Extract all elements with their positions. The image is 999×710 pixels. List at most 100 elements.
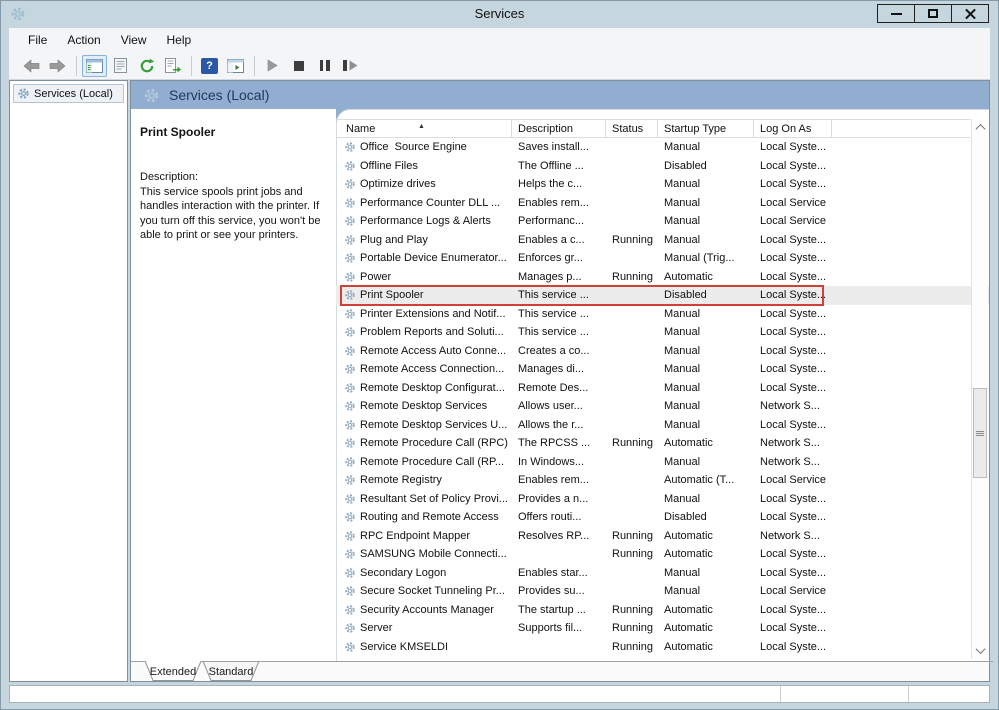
service-description: Allows user...	[512, 397, 606, 416]
table-row[interactable]: Secure Socket Tunneling Pr... Provides s…	[336, 582, 989, 601]
scroll-down-button[interactable]	[972, 642, 988, 659]
service-description: Remote Des...	[512, 379, 606, 398]
table-row[interactable]: Remote Registry Enables rem... Automatic…	[336, 471, 989, 490]
table-row[interactable]: Offline Files The Offline ... Disabled L…	[336, 157, 989, 176]
service-startup-type: Manual	[658, 323, 754, 342]
table-row[interactable]: Remote Procedure Call (RP... In Windows.…	[336, 453, 989, 472]
close-button[interactable]	[951, 4, 989, 23]
view-tabs: Standard Extended	[131, 661, 989, 681]
tab-standard[interactable]: Standard	[203, 661, 259, 681]
service-gear-icon	[344, 604, 356, 616]
table-row[interactable]: Performance Counter DLL ... Enables rem.…	[336, 194, 989, 213]
service-name: Security Accounts Manager	[360, 604, 494, 616]
help-button[interactable]: ?	[197, 55, 222, 77]
table-row[interactable]: Remote Procedure Call (RPC) The RPCSS ..…	[336, 434, 989, 453]
service-log-on-as: Local Syste...	[754, 305, 832, 324]
maximize-button[interactable]	[914, 4, 952, 23]
window-title: Services	[1, 6, 998, 21]
table-row[interactable]: Problem Reports and Soluti... This servi…	[336, 323, 989, 342]
service-description: The Offline ...	[512, 157, 606, 176]
pause-service-button[interactable]	[312, 55, 337, 77]
table-row[interactable]: Remote Desktop Services U... Allows the …	[336, 416, 989, 435]
tree-item-services-local[interactable]: Services (Local)	[13, 84, 124, 103]
service-name: Printer Extensions and Notif...	[360, 308, 506, 320]
table-row[interactable]: Performance Logs & Alerts Performanc... …	[336, 212, 989, 231]
chevron-up-icon	[975, 124, 985, 134]
table-row[interactable]: Office Source Engine Saves install... Ma…	[336, 138, 989, 157]
service-startup-type: Manual	[658, 582, 754, 601]
properties-button[interactable]	[108, 55, 133, 77]
scrollbar-track[interactable]	[972, 136, 988, 642]
service-name: Office Source Engine	[360, 141, 467, 153]
service-status: Running	[606, 545, 658, 564]
table-row[interactable]: Plug and Play Enables a c... Running Man…	[336, 231, 989, 250]
menu-file[interactable]: File	[18, 30, 57, 50]
stop-service-button[interactable]	[286, 55, 311, 77]
export-list-button[interactable]	[160, 55, 185, 77]
service-log-on-as: Local Service	[754, 471, 832, 490]
menu-help[interactable]: Help	[157, 30, 202, 50]
table-row[interactable]: Remote Access Auto Conne... Creates a co…	[336, 342, 989, 361]
extended-view-button[interactable]	[223, 55, 248, 77]
table-row[interactable]: Portable Device Enumerator... Enforces g…	[336, 249, 989, 268]
service-startup-type: Disabled	[658, 286, 754, 305]
table-row[interactable]: Resultant Set of Policy Provi... Provide…	[336, 490, 989, 509]
vertical-scrollbar[interactable]	[971, 119, 988, 659]
service-description: Enables rem...	[512, 471, 606, 490]
service-description: Saves install...	[512, 138, 606, 157]
table-row[interactable]: Remote Access Connection... Manages di..…	[336, 360, 989, 379]
column-header-startup-type[interactable]: Startup Type	[658, 120, 754, 137]
thumb-grip-icon	[976, 431, 984, 436]
service-startup-type: Automatic	[658, 545, 754, 564]
table-row[interactable]: Routing and Remote Access Offers routi..…	[336, 508, 989, 527]
table-row[interactable]: Optimize drives Helps the c... Manual Lo…	[336, 175, 989, 194]
table-row[interactable]: Server Supports fil... Running Automatic…	[336, 619, 989, 638]
service-log-on-as: Network S...	[754, 397, 832, 416]
tab-extended[interactable]: Extended	[145, 661, 201, 681]
table-row[interactable]: Secondary Logon Enables star... Manual L…	[336, 564, 989, 583]
table-row[interactable]: RPC Endpoint Mapper Resolves RP... Runni…	[336, 527, 989, 546]
service-name: Problem Reports and Soluti...	[360, 326, 504, 338]
restart-service-button[interactable]	[338, 55, 363, 77]
toolbar-separator	[76, 56, 77, 76]
service-log-on-as: Local Service	[754, 212, 832, 231]
services-view-panel: Services (Local) Print Spooler Descripti…	[130, 80, 990, 682]
service-description: Manages p...	[512, 268, 606, 287]
back-button[interactable]	[19, 55, 44, 77]
service-status	[606, 360, 658, 379]
services-gear-icon	[143, 87, 160, 104]
refresh-button[interactable]	[134, 55, 159, 77]
service-description: Creates a co...	[512, 342, 606, 361]
service-status	[606, 157, 658, 176]
toolbar-separator	[254, 56, 255, 76]
start-service-button[interactable]	[260, 55, 285, 77]
service-gear-icon	[344, 160, 356, 172]
show-console-tree-button[interactable]	[82, 55, 107, 77]
table-row[interactable]: SAMSUNG Mobile Connecti... Running Autom…	[336, 545, 989, 564]
column-header-log-on-as[interactable]: Log On As	[754, 120, 832, 137]
minimize-button[interactable]	[877, 4, 915, 23]
service-gear-icon	[344, 456, 356, 468]
table-row[interactable]: Security Accounts Manager The startup ..…	[336, 601, 989, 620]
table-row[interactable]: Print Spooler This service ... Disabled …	[336, 286, 989, 305]
close-icon	[964, 7, 977, 20]
column-header-status[interactable]: Status	[606, 120, 658, 137]
table-row[interactable]: Remote Desktop Services Allows user... M…	[336, 397, 989, 416]
column-header-description[interactable]: Description	[512, 120, 606, 137]
table-row[interactable]: Power Manages p... Running Automatic Loc…	[336, 268, 989, 287]
column-header-name[interactable]: Name ▲	[336, 120, 512, 137]
service-startup-type: Manual	[658, 360, 754, 379]
service-name: Routing and Remote Access	[360, 511, 499, 523]
service-description: Enables rem...	[512, 194, 606, 213]
table-row[interactable]: Service KMSELDI Running Automatic Local …	[336, 638, 989, 657]
table-row[interactable]: Remote Desktop Configurat... Remote Des.…	[336, 379, 989, 398]
service-log-on-as: Local Syste...	[754, 268, 832, 287]
service-gear-icon	[344, 382, 356, 394]
scrollbar-thumb[interactable]	[973, 388, 987, 478]
forward-button[interactable]	[45, 55, 70, 77]
menu-action[interactable]: Action	[57, 30, 110, 50]
table-row[interactable]: Printer Extensions and Notif... This ser…	[336, 305, 989, 324]
scroll-up-button[interactable]	[972, 119, 988, 136]
service-startup-type: Automatic	[658, 527, 754, 546]
menu-view[interactable]: View	[111, 30, 157, 50]
